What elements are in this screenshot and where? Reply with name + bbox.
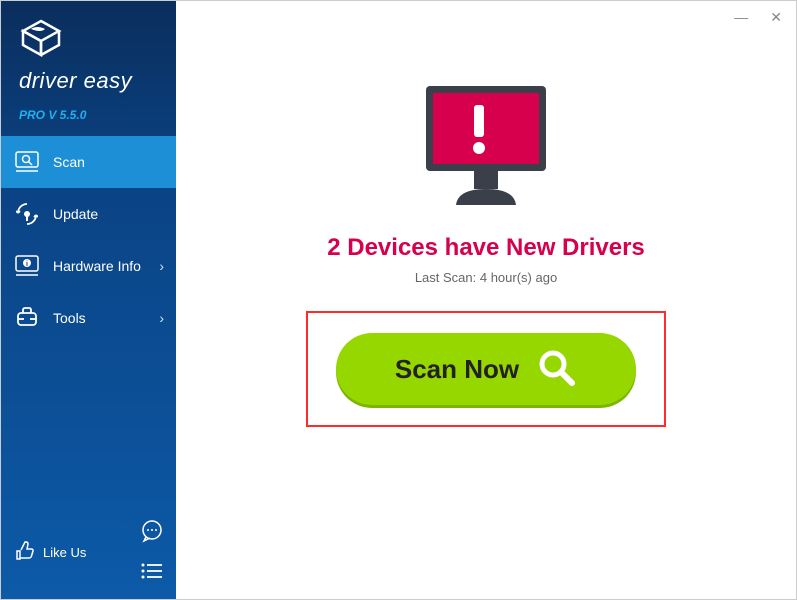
hardware-info-icon: i <box>15 254 39 278</box>
version-text: PRO V 5.5.0 <box>1 104 176 136</box>
sidebar-item-label: Update <box>53 206 98 222</box>
sidebar-item-hardware-info[interactable]: i Hardware Info › <box>1 240 176 292</box>
status-headline: 2 Devices have New Drivers <box>327 234 645 262</box>
like-us-button[interactable]: Like Us <box>15 541 86 564</box>
chevron-right-icon: › <box>159 310 164 326</box>
feedback-icon[interactable] <box>140 519 164 548</box>
minimize-button[interactable]: — <box>730 7 752 28</box>
chevron-right-icon: › <box>159 258 164 274</box>
tools-icon <box>15 306 39 330</box>
sidebar: driver easy PRO V 5.5.0 Scan <box>1 1 176 599</box>
sidebar-item-label: Scan <box>53 154 85 170</box>
logo-icon <box>19 19 176 64</box>
scan-icon <box>15 150 39 174</box>
scan-highlight-box: Scan Now <box>306 311 666 427</box>
window-controls: — ✕ <box>730 7 786 28</box>
svg-text:i: i <box>26 261 28 268</box>
app-window: — ✕ driver easy PRO V 5.5.0 <box>0 0 797 600</box>
update-icon <box>15 202 39 226</box>
last-scan-text: Last Scan: 4 hour(s) ago <box>415 270 557 285</box>
alert-monitor-icon <box>416 81 556 216</box>
sidebar-footer: Like Us <box>1 509 176 599</box>
logo-area: driver easy <box>1 1 176 104</box>
logo-text: driver easy <box>19 68 176 94</box>
sidebar-item-label: Tools <box>53 310 86 326</box>
sidebar-item-update[interactable]: Update <box>1 188 176 240</box>
like-us-label: Like Us <box>43 545 86 560</box>
sidebar-item-scan[interactable]: Scan <box>1 136 176 188</box>
main-panel: 2 Devices have New Drivers Last Scan: 4 … <box>176 1 796 599</box>
scan-now-button[interactable]: Scan Now <box>336 333 636 405</box>
search-icon <box>537 348 577 391</box>
menu-icon[interactable] <box>140 562 164 585</box>
sidebar-item-label: Hardware Info <box>53 258 141 274</box>
scan-now-label: Scan Now <box>395 354 519 385</box>
sidebar-item-tools[interactable]: Tools › <box>1 292 176 344</box>
thumbs-up-icon <box>15 541 35 564</box>
close-button[interactable]: ✕ <box>766 7 786 28</box>
